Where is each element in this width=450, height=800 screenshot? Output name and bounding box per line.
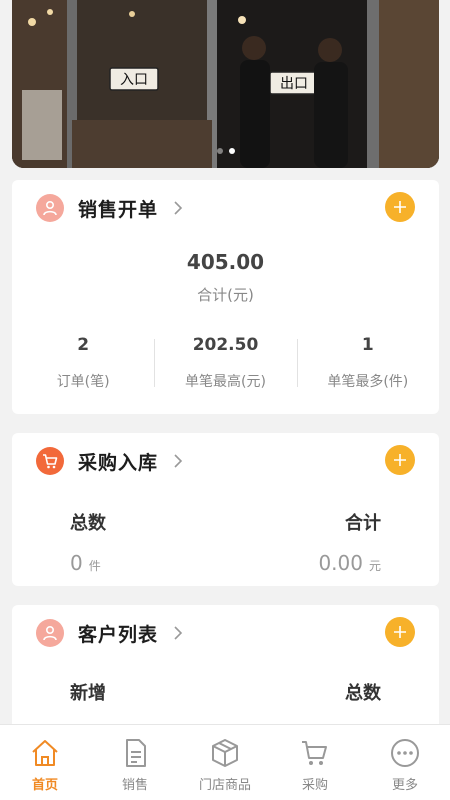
purchase-count-value: 0件 [70, 551, 101, 575]
sales-stats: 2 订单(笔) 202.50 单笔最高(元) 1 单笔最多(件) [12, 335, 439, 391]
banner-carousel[interactable]: 入口 出口 [12, 0, 439, 168]
plus-icon [394, 626, 406, 638]
purchase-card-title: 采购入库 [78, 451, 159, 474]
tab-label: 销售 [121, 778, 148, 793]
tab-purchase[interactable]: 采购 [270, 725, 360, 800]
tab-more[interactable]: 更多 [360, 725, 450, 800]
sales-card: 销售开单 405.00 合计(元) 2 订单(笔) 202.50 单笔最高(元)… [12, 180, 439, 414]
customers-card-header[interactable]: 客户列表 [12, 605, 439, 661]
purchase-total-label: 合计 [345, 513, 381, 534]
chevron-right-icon [174, 454, 183, 468]
tab-label: 首页 [31, 778, 58, 793]
purchase-total: 合计 0.00 元 [318, 509, 381, 575]
add-customer-button[interactable] [385, 617, 415, 647]
stat-orders: 2 订单(笔) [12, 335, 154, 391]
purchase-count: 总数 0件 [70, 509, 106, 575]
banner-image: 入口 出口 [12, 0, 439, 168]
add-purchase-button[interactable] [385, 445, 415, 475]
stat-label: 订单(笔) [56, 374, 110, 390]
plus-icon [394, 454, 406, 466]
customers-new-label: 新增 [70, 683, 106, 704]
purchase-stats: 总数 0件 合计 0.00 元 [12, 509, 439, 575]
chevron-right-icon [174, 201, 183, 215]
person-icon [36, 194, 64, 222]
carousel-dots [216, 148, 235, 154]
stat-value: 202.50 [192, 335, 259, 355]
carousel-dot[interactable] [228, 148, 235, 154]
customers-total-label: 总数 [345, 683, 381, 704]
stat-value: 2 [77, 335, 90, 355]
document-icon [126, 739, 146, 767]
purchase-total-value: 0.00 元 [318, 551, 381, 575]
svg-text:出口: 出口 [280, 76, 308, 92]
customers-card-title: 客户列表 [78, 623, 159, 646]
purchase-card: 采购入库 总数 0件 合计 0.00 元 [12, 433, 439, 586]
tab-home[interactable]: 首页 [0, 725, 90, 800]
stat-label: 单笔最高(元) [185, 374, 266, 390]
sales-card-header[interactable]: 销售开单 [12, 180, 439, 236]
cart-icon [36, 447, 64, 475]
person-icon [36, 619, 64, 647]
plus-icon [394, 201, 406, 213]
svg-text:入口: 入口 [120, 72, 148, 88]
sales-card-title: 销售开单 [78, 198, 159, 221]
carousel-dot[interactable] [216, 148, 223, 154]
chevron-right-icon [174, 626, 183, 640]
cart-icon [302, 741, 327, 765]
bottom-tab-bar: 首页 销售 门店商品 采购 更多 [0, 724, 450, 800]
stat-max-amount: 202.50 单笔最高(元) [154, 335, 296, 391]
home-icon [32, 740, 58, 766]
stat-max-items: 1 单笔最多(件) [296, 335, 439, 391]
sales-total-value: 405.00 [186, 250, 265, 274]
add-sale-button[interactable] [385, 192, 415, 222]
tab-label: 门店商品 [198, 778, 251, 793]
purchase-count-label: 总数 [70, 513, 106, 534]
tab-store-products[interactable]: 门店商品 [180, 725, 270, 800]
customers-stats: 新增 总数 [12, 679, 439, 705]
more-icon [391, 739, 419, 767]
stat-value: 1 [361, 335, 374, 355]
purchase-card-header[interactable]: 采购入库 [12, 433, 439, 489]
tab-label: 采购 [301, 778, 328, 793]
sales-total-label: 合计(元) [197, 286, 254, 304]
stat-label: 单笔最多(件) [327, 374, 409, 390]
tab-sales[interactable]: 销售 [90, 725, 180, 800]
tab-label: 更多 [391, 778, 418, 793]
box-icon [212, 739, 238, 767]
